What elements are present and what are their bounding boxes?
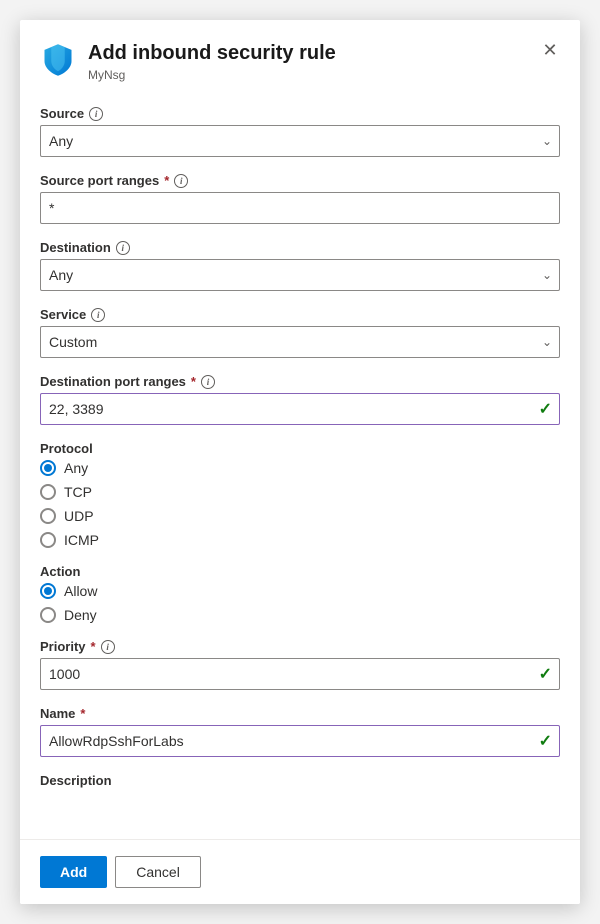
close-icon: ✕ bbox=[542, 40, 557, 61]
action-allow-radio[interactable] bbox=[40, 583, 56, 599]
destination-info-icon[interactable]: i bbox=[116, 241, 130, 255]
service-info-icon[interactable]: i bbox=[91, 308, 105, 322]
destination-label: Destination i bbox=[40, 240, 560, 255]
cancel-button[interactable]: Cancel bbox=[115, 856, 201, 888]
protocol-udp-radio[interactable] bbox=[40, 508, 56, 524]
source-group: Source i Any IP Addresses Service Tag Ap… bbox=[40, 106, 560, 157]
protocol-any-radio[interactable] bbox=[40, 460, 56, 476]
destination-port-ranges-wrapper: ✓ bbox=[40, 393, 560, 425]
protocol-group: Protocol Any TCP UDP ICMP bbox=[40, 441, 560, 548]
dialog-header: Add inbound security rule MyNsg ✕ bbox=[20, 20, 580, 98]
service-select[interactable]: Custom HTTP HTTPS SSH RDP bbox=[40, 326, 560, 358]
description-group: Description bbox=[40, 773, 560, 788]
dest-port-info-icon[interactable]: i bbox=[201, 375, 215, 389]
source-port-info-icon[interactable]: i bbox=[174, 174, 188, 188]
action-group: Action Allow Deny bbox=[40, 564, 560, 623]
source-port-ranges-label: Source port ranges * i bbox=[40, 173, 560, 188]
priority-input[interactable] bbox=[40, 658, 560, 690]
priority-wrapper: ✓ bbox=[40, 658, 560, 690]
source-port-ranges-input[interactable] bbox=[40, 192, 560, 224]
source-port-required-marker: * bbox=[164, 173, 169, 188]
dialog-subtitle: MyNsg bbox=[88, 68, 560, 82]
name-required-marker: * bbox=[80, 706, 85, 721]
protocol-label: Protocol bbox=[40, 441, 560, 456]
add-button[interactable]: Add bbox=[40, 856, 107, 888]
source-info-icon[interactable]: i bbox=[89, 107, 103, 121]
priority-group: Priority * i ✓ bbox=[40, 639, 560, 690]
destination-port-ranges-label: Destination port ranges * i bbox=[40, 374, 560, 389]
description-label: Description bbox=[40, 773, 560, 788]
source-select-wrapper: Any IP Addresses Service Tag Application… bbox=[40, 125, 560, 157]
protocol-tcp-radio[interactable] bbox=[40, 484, 56, 500]
protocol-icmp-radio[interactable] bbox=[40, 532, 56, 548]
priority-label: Priority * i bbox=[40, 639, 560, 654]
name-input[interactable] bbox=[40, 725, 560, 757]
protocol-udp-label: UDP bbox=[64, 508, 94, 524]
destination-port-ranges-group: Destination port ranges * i ✓ bbox=[40, 374, 560, 425]
dialog-footer: Add Cancel bbox=[20, 839, 580, 904]
dialog-title: Add inbound security rule bbox=[88, 40, 560, 66]
priority-required-marker: * bbox=[91, 639, 96, 654]
name-label: Name * bbox=[40, 706, 560, 721]
action-radio-group: Allow Deny bbox=[40, 583, 560, 623]
destination-select[interactable]: Any IP Addresses Service Tag Application… bbox=[40, 259, 560, 291]
action-deny-label: Deny bbox=[64, 607, 97, 623]
action-allow-item[interactable]: Allow bbox=[40, 583, 560, 599]
header-text: Add inbound security rule MyNsg bbox=[88, 40, 560, 82]
priority-info-icon[interactable]: i bbox=[101, 640, 115, 654]
dest-port-required-marker: * bbox=[191, 374, 196, 389]
source-select[interactable]: Any IP Addresses Service Tag Application… bbox=[40, 125, 560, 157]
protocol-any-label: Any bbox=[64, 460, 88, 476]
priority-check-icon: ✓ bbox=[539, 664, 552, 684]
service-select-wrapper: Custom HTTP HTTPS SSH RDP ⌄ bbox=[40, 326, 560, 358]
name-group: Name * ✓ bbox=[40, 706, 560, 757]
form-body: Source i Any IP Addresses Service Tag Ap… bbox=[20, 98, 580, 824]
destination-port-ranges-input[interactable] bbox=[40, 393, 560, 425]
destination-select-wrapper: Any IP Addresses Service Tag Application… bbox=[40, 259, 560, 291]
add-inbound-security-rule-dialog: Add inbound security rule MyNsg ✕ Source… bbox=[20, 20, 580, 904]
dest-port-check-icon: ✓ bbox=[539, 399, 552, 419]
close-button[interactable]: ✕ bbox=[536, 36, 564, 64]
action-deny-item[interactable]: Deny bbox=[40, 607, 560, 623]
service-group: Service i Custom HTTP HTTPS SSH RDP ⌄ bbox=[40, 307, 560, 358]
protocol-udp-item[interactable]: UDP bbox=[40, 508, 560, 524]
action-allow-label: Allow bbox=[64, 583, 97, 599]
protocol-radio-group: Any TCP UDP ICMP bbox=[40, 460, 560, 548]
name-wrapper: ✓ bbox=[40, 725, 560, 757]
action-deny-radio[interactable] bbox=[40, 607, 56, 623]
service-label: Service i bbox=[40, 307, 560, 322]
action-label: Action bbox=[40, 564, 560, 579]
source-label: Source i bbox=[40, 106, 560, 121]
protocol-tcp-label: TCP bbox=[64, 484, 92, 500]
protocol-tcp-item[interactable]: TCP bbox=[40, 484, 560, 500]
source-port-ranges-group: Source port ranges * i bbox=[40, 173, 560, 224]
destination-group: Destination i Any IP Addresses Service T… bbox=[40, 240, 560, 291]
protocol-icmp-label: ICMP bbox=[64, 532, 99, 548]
protocol-any-item[interactable]: Any bbox=[40, 460, 560, 476]
protocol-icmp-item[interactable]: ICMP bbox=[40, 532, 560, 548]
shield-icon bbox=[40, 42, 76, 78]
name-check-icon: ✓ bbox=[539, 731, 552, 751]
